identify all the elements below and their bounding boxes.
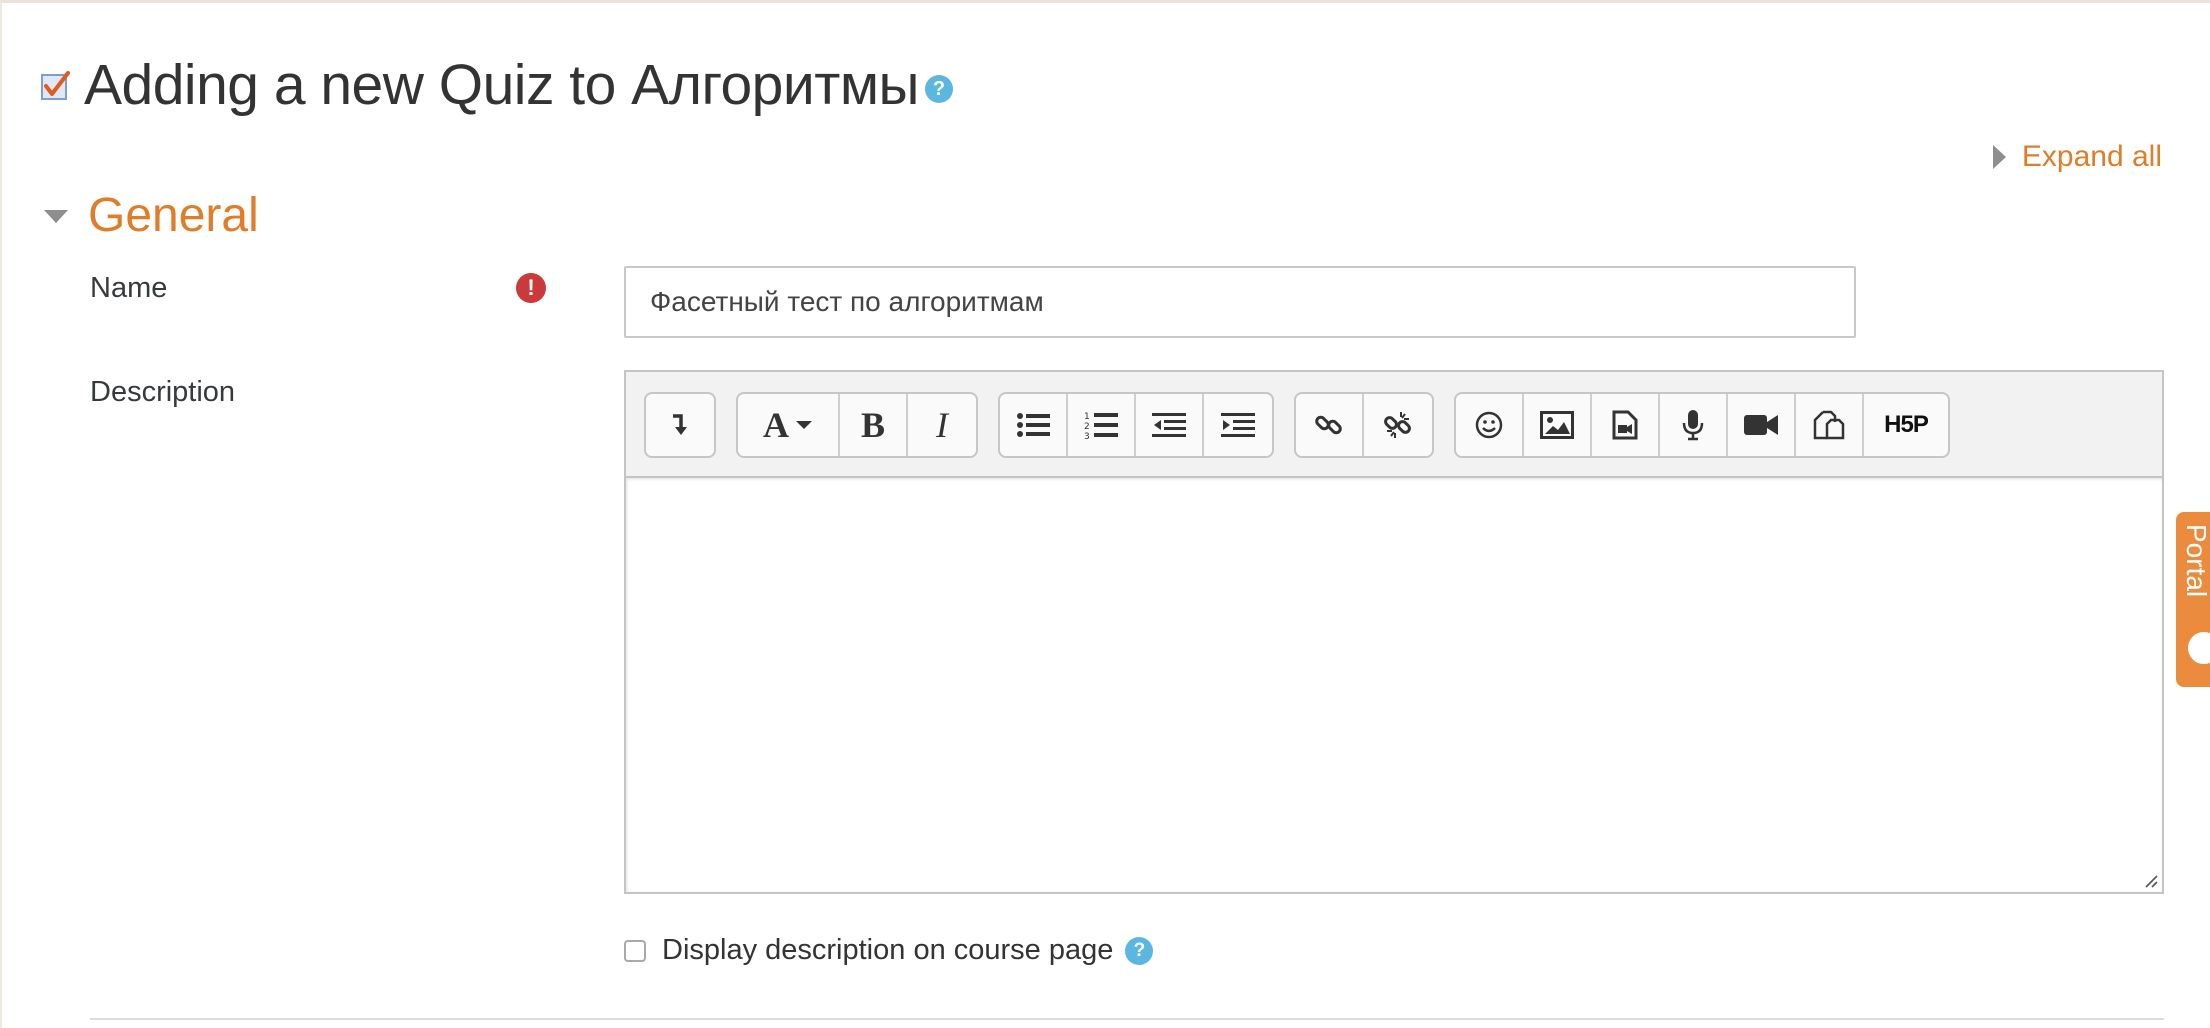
italic-icon: I bbox=[936, 405, 948, 445]
show-more-icon bbox=[670, 412, 690, 438]
bold-button[interactable]: B bbox=[840, 394, 908, 456]
unordered-list-button[interactable] bbox=[1000, 394, 1068, 456]
ordered-list-button[interactable]: 123 bbox=[1068, 394, 1136, 456]
paragraph-style-icon: A bbox=[763, 405, 789, 445]
required-icon: ! bbox=[516, 273, 546, 303]
help-icon[interactable]: ? bbox=[1125, 936, 1154, 965]
emoticon-button[interactable] bbox=[1456, 394, 1524, 456]
description-editor-content[interactable] bbox=[626, 476, 2162, 892]
bold-icon: B bbox=[860, 405, 885, 445]
resize-handle-icon[interactable] bbox=[2142, 872, 2158, 888]
portal-tab-label: Portal bbox=[2181, 524, 2210, 598]
toolbar-group-show-more bbox=[644, 392, 716, 458]
h5p-button[interactable]: H5P bbox=[1864, 394, 1948, 456]
unlink-icon bbox=[1383, 410, 1413, 440]
indent-icon bbox=[1221, 412, 1255, 438]
record-video-icon bbox=[1743, 413, 1779, 437]
section-title: General bbox=[88, 189, 259, 242]
display-description-label[interactable]: Display description on course page bbox=[662, 934, 1113, 967]
caret-down-icon bbox=[44, 209, 68, 223]
expand-all-label: Expand all bbox=[2021, 140, 2162, 173]
record-audio-icon bbox=[1682, 409, 1704, 441]
svg-text:3: 3 bbox=[1084, 432, 1090, 440]
toolbar-group-insert: H5P bbox=[1454, 392, 1950, 458]
svg-text:1: 1 bbox=[1084, 412, 1090, 422]
section-general-toggle[interactable]: General bbox=[44, 186, 259, 246]
indent-button[interactable] bbox=[1204, 394, 1272, 456]
manage-files-button[interactable] bbox=[1796, 394, 1864, 456]
portal-side-tab[interactable]: Portal bbox=[2176, 512, 2210, 687]
image-icon bbox=[1540, 411, 1574, 439]
unordered-list-icon bbox=[1016, 412, 1050, 438]
media-icon bbox=[1612, 410, 1638, 440]
outdent-button[interactable] bbox=[1136, 394, 1204, 456]
name-input[interactable] bbox=[624, 266, 1856, 338]
name-label: Name bbox=[90, 272, 168, 304]
manage-files-icon bbox=[1813, 410, 1845, 440]
editor-toolbar: A B I 123 H5P bbox=[644, 392, 1970, 458]
toolbar-group-links bbox=[1294, 392, 1434, 458]
record-video-button[interactable] bbox=[1728, 394, 1796, 456]
page-heading: Adding a new Quiz to Алгоритмы ? bbox=[40, 50, 953, 120]
caret-down-icon bbox=[796, 421, 812, 429]
help-icon[interactable]: ? bbox=[925, 75, 953, 103]
show-more-button[interactable] bbox=[646, 394, 714, 456]
page-title: Adding a new Quiz to Алгоритмы bbox=[84, 53, 920, 117]
unlink-button[interactable] bbox=[1364, 394, 1432, 456]
emoticon-icon bbox=[1474, 410, 1504, 440]
description-editor: A B I 123 H5P bbox=[624, 370, 2164, 894]
image-button[interactable] bbox=[1524, 394, 1592, 456]
record-audio-button[interactable] bbox=[1660, 394, 1728, 456]
display-description-checkbox[interactable] bbox=[624, 939, 646, 962]
italic-button[interactable]: I bbox=[908, 394, 976, 456]
link-button[interactable] bbox=[1296, 394, 1364, 456]
portal-icon bbox=[2184, 628, 2210, 668]
section-divider bbox=[90, 1018, 2164, 1020]
media-button[interactable] bbox=[1592, 394, 1660, 456]
toolbar-group-list: 123 bbox=[998, 392, 1274, 458]
caret-right-icon bbox=[1992, 145, 2006, 169]
svg-text:2: 2 bbox=[1084, 422, 1090, 432]
toolbar-group-style: A B I bbox=[736, 392, 978, 458]
description-label: Description bbox=[90, 376, 236, 408]
quiz-module-icon bbox=[40, 69, 72, 101]
expand-all-link[interactable]: Expand all bbox=[1992, 140, 2162, 174]
paragraph-style-button[interactable]: A bbox=[738, 394, 840, 456]
link-icon bbox=[1314, 410, 1344, 440]
ordered-list-icon: 123 bbox=[1084, 410, 1118, 440]
h5p-icon: H5P bbox=[1884, 411, 1929, 438]
outdent-icon bbox=[1152, 412, 1186, 438]
display-description-row: Display description on course page ? bbox=[624, 934, 1154, 967]
